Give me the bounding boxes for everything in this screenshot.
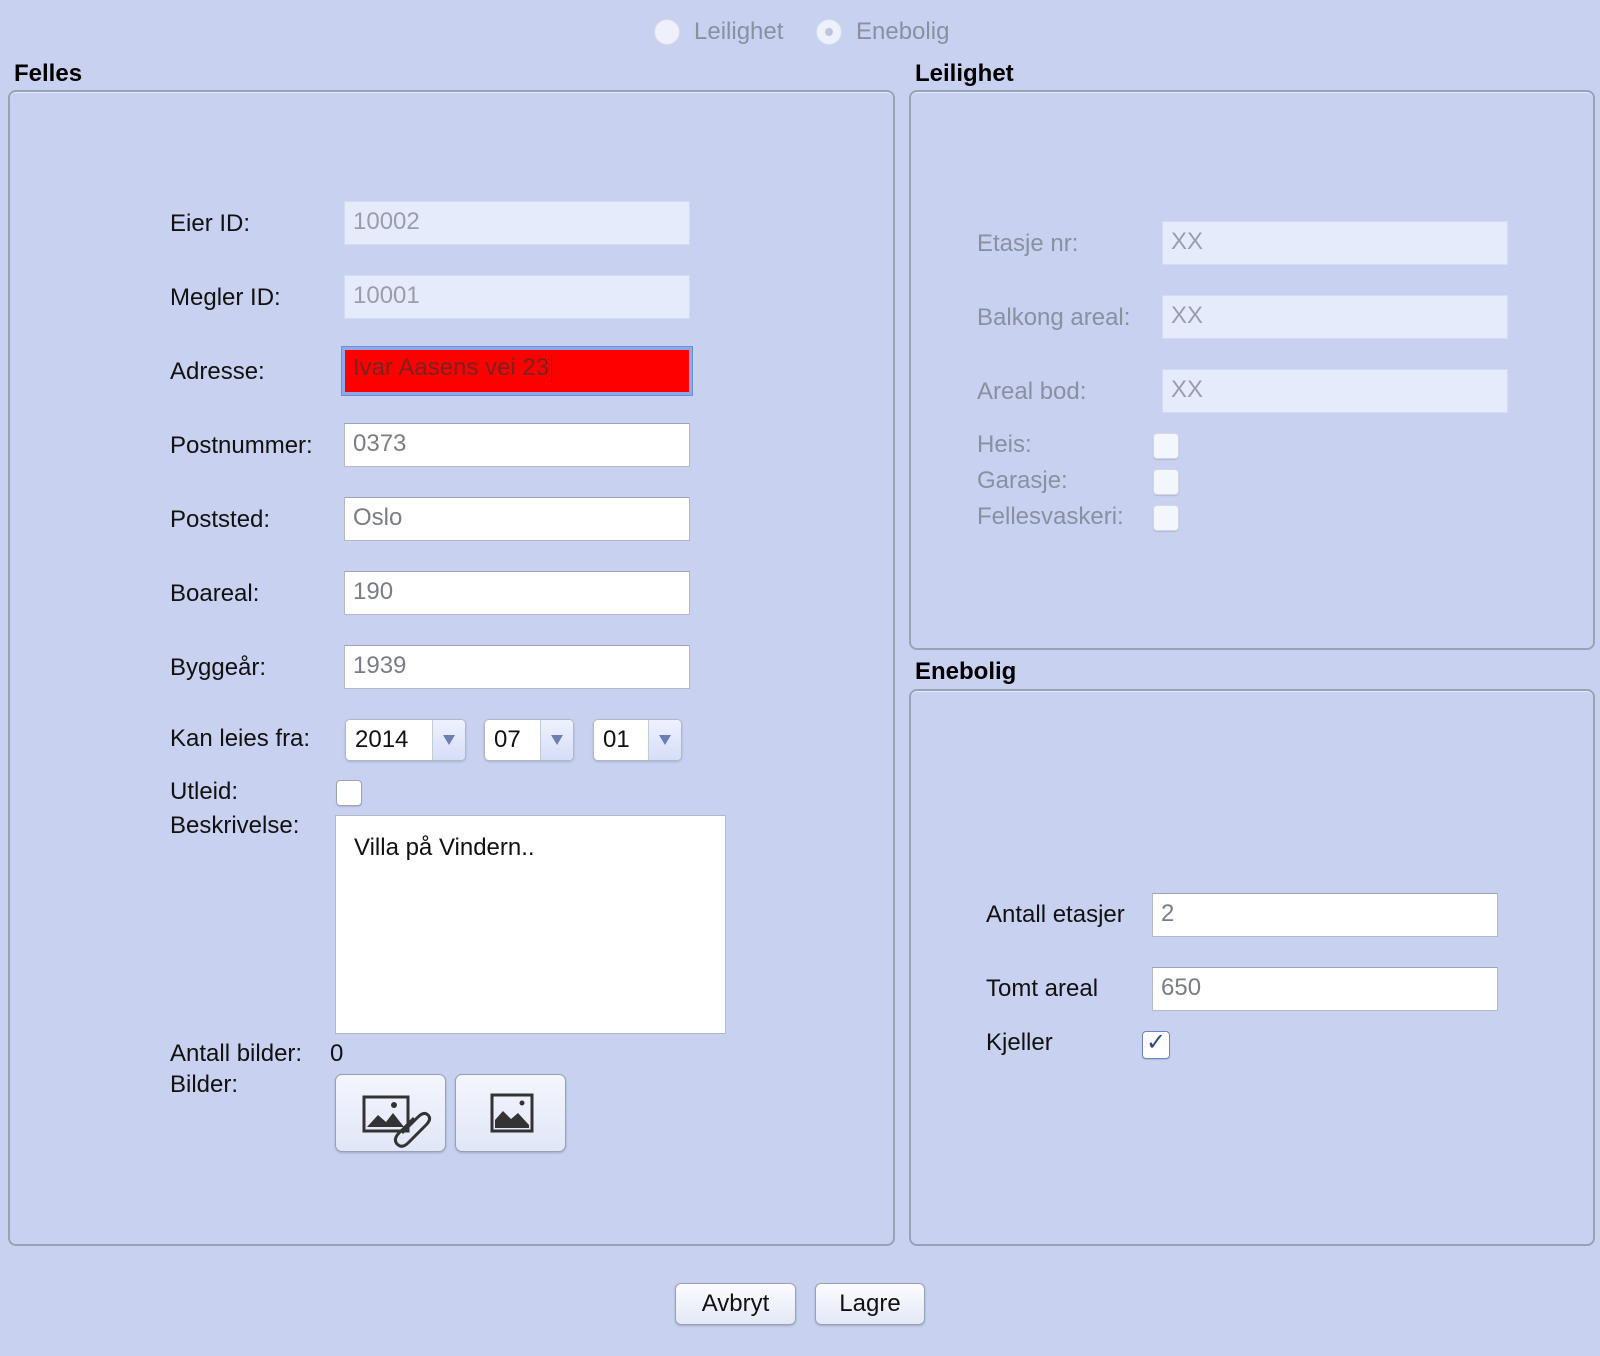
garasje-label: Garasje: <box>977 467 1068 494</box>
etasje-nr-label: Etasje nr: <box>977 230 1079 257</box>
utleid-checkbox[interactable] <box>336 780 362 806</box>
tomt-areal-label: Tomt areal <box>986 975 1099 1002</box>
etasje-nr-field: XX <box>1162 221 1508 265</box>
bilder-label: Bilder: <box>170 1071 239 1098</box>
boareal-label: Boareal: <box>170 580 260 607</box>
year-value: 2014 <box>355 726 409 753</box>
adresse-value: Ivar Aasens vei 23 <box>353 354 550 381</box>
attach-image-icon <box>362 1095 432 1148</box>
poststed-label: Poststed: <box>170 506 271 533</box>
areal-bod-field: XX <box>1162 369 1508 413</box>
antall-bilder-label: Antall bilder: <box>170 1040 303 1067</box>
antall-etasjer-label: Antall etasjer <box>986 901 1125 928</box>
balkong-areal-label: Balkong areal: <box>977 304 1131 331</box>
eier-id-field: 10002 <box>344 201 690 245</box>
radio-enebolig[interactable] <box>816 19 842 45</box>
postnummer-label: Postnummer: <box>170 432 313 459</box>
utleid-label: Utleid: <box>170 778 239 805</box>
radio-leilighet-label[interactable]: Leilighet <box>694 17 783 47</box>
chevron-down-icon <box>648 720 681 760</box>
balkong-areal-field: XX <box>1162 295 1508 339</box>
chevron-down-icon <box>432 720 465 760</box>
day-select[interactable]: 01 <box>593 719 682 761</box>
poststed-field[interactable]: Oslo <box>344 497 690 541</box>
month-value: 07 <box>494 726 521 753</box>
year-select[interactable]: 2014 <box>345 719 466 761</box>
adresse-label: Adresse: <box>170 358 265 385</box>
megler-id-field: 10001 <box>344 275 690 319</box>
view-image-button[interactable] <box>455 1074 566 1152</box>
month-select[interactable]: 07 <box>484 719 574 761</box>
kjeller-checkbox[interactable]: ✓ <box>1142 1029 1170 1059</box>
image-icon <box>490 1093 534 1133</box>
beskrivelse-label: Beskrivelse: <box>170 812 300 839</box>
heis-checkbox <box>1153 433 1179 459</box>
kjeller-label: Kjeller <box>986 1029 1053 1056</box>
day-value: 01 <box>603 726 630 753</box>
fellesvaskeri-label: Fellesvaskeri: <box>977 503 1124 530</box>
enebolig-title: Enebolig <box>915 658 1017 685</box>
cancel-button[interactable]: Avbryt <box>675 1283 796 1325</box>
antall-etasjer-field[interactable]: 2 <box>1152 893 1498 937</box>
boareal-field[interactable]: 190 <box>344 571 690 615</box>
add-image-button[interactable] <box>335 1074 446 1152</box>
byggeaar-label: Byggeår: <box>170 654 267 681</box>
tomt-areal-field[interactable]: 650 <box>1152 967 1498 1011</box>
eier-id-label: Eier ID: <box>170 210 251 237</box>
leilighet-title: Leilighet <box>915 60 1014 87</box>
megler-id-label: Megler ID: <box>170 284 281 311</box>
adresse-field[interactable]: Ivar Aasens vei 23 <box>342 347 692 395</box>
antall-bilder-value: 0 <box>330 1040 344 1067</box>
radio-enebolig-label[interactable]: Enebolig <box>856 17 949 47</box>
text-caret <box>551 354 553 383</box>
areal-bod-label: Areal bod: <box>977 378 1087 405</box>
garasje-checkbox <box>1153 469 1179 495</box>
chevron-down-icon <box>540 720 573 760</box>
checkmark-icon: ✓ <box>1146 1029 1167 1056</box>
save-button[interactable]: Lagre <box>815 1283 925 1325</box>
radio-leilighet[interactable] <box>654 19 680 45</box>
kan-leies-fra-label: Kan leies fra: <box>170 725 311 752</box>
felles-title: Felles <box>14 60 83 87</box>
byggeaar-field[interactable]: 1939 <box>344 645 690 689</box>
fellesvaskeri-checkbox <box>1153 505 1179 531</box>
postnummer-field[interactable]: 0373 <box>344 423 690 467</box>
heis-label: Heis: <box>977 431 1032 458</box>
beskrivelse-textarea[interactable]: Villa på Vindern.. <box>335 815 726 1034</box>
